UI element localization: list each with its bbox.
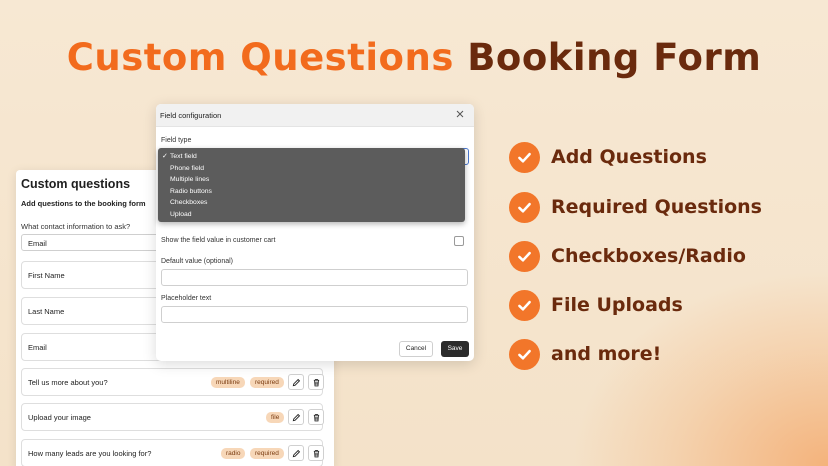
question-text: How many leads are you looking for? [28,449,152,458]
delete-button[interactable] [308,409,324,425]
close-icon[interactable] [455,109,465,119]
edit-button[interactable] [288,445,304,461]
question-text: Upload your image [28,413,91,422]
default-value-input[interactable] [161,269,468,286]
feature-label: Add Questions [551,146,707,168]
tag-radio: radio [221,448,246,459]
option-label: Upload [170,210,192,218]
option-label: Radio buttons [170,187,212,195]
field-configuration-dialog: Field configuration Field type Show the … [156,104,474,361]
edit-button[interactable] [288,374,304,390]
feature-label: and more! [551,343,662,365]
field-type-dropdown-menu: ✓ Text field Phone field Multiple lines … [158,148,465,222]
dropdown-option-multiple-lines[interactable]: Multiple lines [158,174,465,185]
question-row[interactable]: How many leads are you looking for? radi… [21,439,324,466]
tag-required: required [250,448,284,459]
check-badge-icon [509,142,540,173]
check-icon: ✓ [162,153,168,160]
trash-icon [313,378,319,386]
feature-label: Required Questions [551,196,762,218]
option-label: Text field [170,153,197,160]
pencil-icon [292,413,300,421]
delete-button[interactable] [308,374,324,390]
field-type-label: Field type [161,137,192,144]
tag-file: file [266,412,285,423]
dropdown-option-text-field[interactable]: ✓ Text field [158,151,465,162]
check-badge-icon [509,290,540,321]
show-in-cart-checkbox[interactable] [454,236,464,246]
option-label: Multiple lines [170,176,210,183]
pencil-icon [292,449,300,457]
feature-item: Required Questions [509,192,809,224]
question-row[interactable]: Tell us more about you? multiline requir… [21,368,324,396]
contact-info-label: What contact information to ask? [21,222,131,231]
placeholder-input[interactable] [161,306,468,323]
delete-button[interactable] [308,445,324,461]
feature-item: File Uploads [509,290,809,322]
cancel-button[interactable]: Cancel [399,341,433,357]
feature-item: and more! [509,339,809,371]
contact-info-select[interactable]: Email [21,234,161,251]
headline-part-1: Custom Questions [66,36,454,79]
trash-icon [313,413,319,421]
check-badge-icon [509,339,540,370]
dropdown-option-phone-field[interactable]: Phone field [158,163,465,174]
trash-icon [313,449,319,457]
check-badge-icon [509,192,540,223]
panel-subtitle: Add questions to the booking form [21,199,146,208]
headline-part-2: Booking Form [467,36,762,79]
default-value-label: Default value (optional) [161,258,233,265]
tag-multiline: multiline [211,377,245,388]
tag-required: required [250,377,284,388]
save-button[interactable]: Save [441,341,469,357]
pencil-icon [292,378,300,386]
dialog-title: Field configuration [160,111,222,120]
question-text: Tell us more about you? [28,378,108,387]
edit-button[interactable] [288,409,304,425]
placeholder-label: Placeholder text [161,295,212,302]
show-in-cart-label: Show the field value in customer cart [161,237,276,244]
page-headline: Custom Questions Booking Form [0,36,828,79]
feature-label: Checkboxes/Radio [551,245,746,267]
dropdown-option-checkboxes[interactable]: Checkboxes [158,197,465,208]
option-label: Checkboxes [170,199,208,206]
dialog-header: Field configuration [156,104,474,127]
question-row[interactable]: Upload your image file [21,403,324,431]
option-label: Phone field [170,164,205,172]
dropdown-option-upload[interactable]: Upload [158,209,465,220]
check-badge-icon [509,241,540,272]
panel-title: Custom questions [21,177,131,191]
feature-item: Checkboxes/Radio [509,241,809,273]
dropdown-option-radio-buttons[interactable]: Radio buttons [158,186,465,197]
feature-label: File Uploads [551,294,683,316]
feature-item: Add Questions [509,142,809,174]
